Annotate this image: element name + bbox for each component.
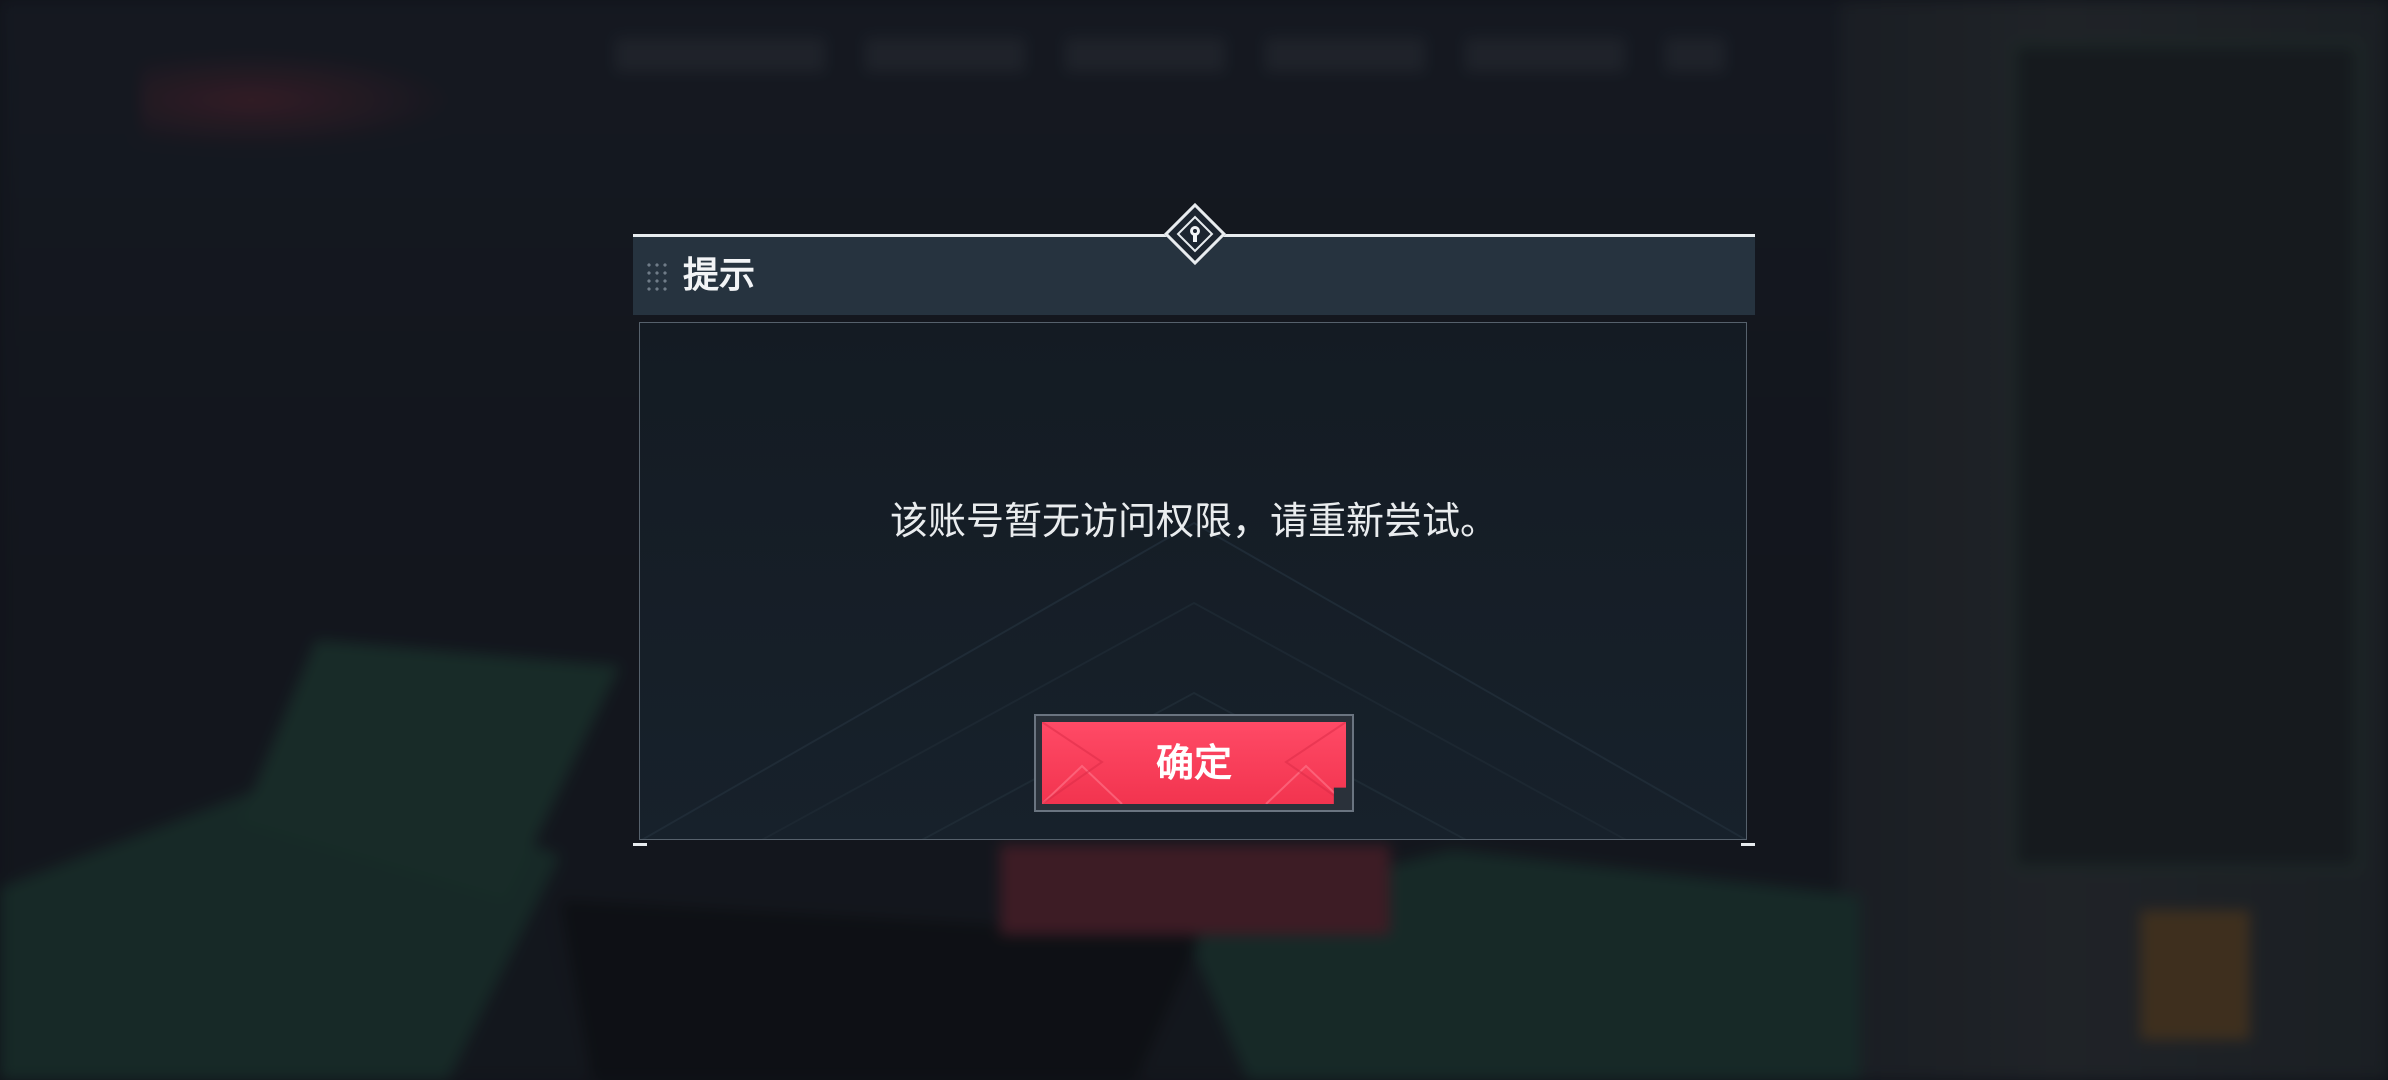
grip-dots-icon [645,261,671,295]
corner-mark [1741,843,1755,846]
confirm-button-label: 确定 [1155,741,1232,785]
confirm-button-frame: 确定 [1034,714,1354,812]
alert-dialog: 提示 该账号暂无访问权限，请重新尝试。 确定 [633,202,1755,846]
keyhole-icon [1183,222,1207,246]
dialog-message: 该账号暂无访问权限，请重新尝试。 [889,499,1498,543]
screen: 提示 该账号暂无访问权限，请重新尝试。 确定 [0,0,2388,1080]
confirm-button[interactable]: 确定 [1042,722,1346,804]
corner-mark [633,843,647,846]
dialog-title: 提示 [683,255,756,296]
